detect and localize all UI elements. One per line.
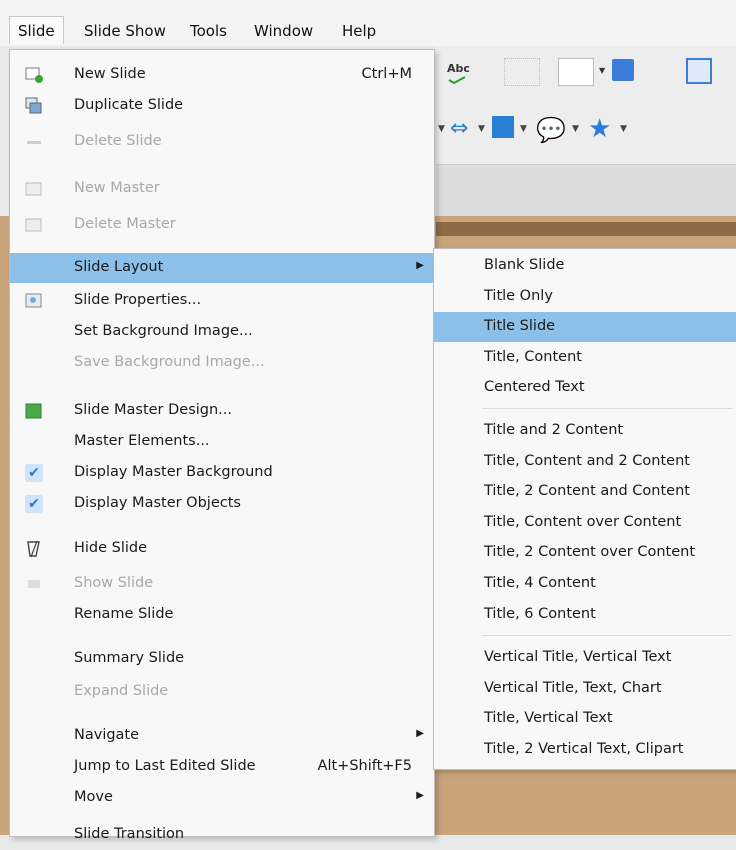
double-arrow-icon[interactable]: ⇔ — [450, 116, 468, 141]
grid-icon[interactable] — [504, 58, 540, 86]
dropdown-arrow-icon[interactable]: ▼ — [520, 124, 527, 134]
separator — [482, 635, 732, 636]
layout-title-content[interactable]: Title, Content — [434, 343, 736, 373]
menu-help[interactable]: Help — [342, 22, 376, 40]
slide-layout-item[interactable]: Slide Layout ▶ — [10, 253, 434, 283]
slide-edge — [436, 222, 736, 236]
layout-centered-text[interactable]: Centered Text — [434, 373, 736, 403]
display-views-icon[interactable] — [558, 58, 594, 86]
ruler — [436, 164, 736, 217]
layout-title-6-content[interactable]: Title, 6 Content — [434, 600, 736, 630]
display-master-background-item[interactable]: ✔ Display Master Background — [10, 458, 434, 488]
layout-blank-slide[interactable]: Blank Slide — [434, 251, 736, 281]
slide-menu: New Slide Ctrl+M Duplicate Slide Delete … — [9, 49, 435, 842]
spelling-check-icon — [448, 76, 466, 84]
dropdown-arrow-icon[interactable]: ▼ — [478, 124, 485, 134]
jump-to-last-edited-slide-item[interactable]: Jump to Last Edited Slide Alt+Shift+F5 — [10, 752, 434, 782]
new-slide-item[interactable]: New Slide Ctrl+M — [10, 60, 434, 90]
layout-vertical-title-vertical-text[interactable]: Vertical Title, Vertical Text — [434, 643, 736, 673]
submenu-arrow-icon: ▶ — [416, 260, 424, 271]
new-master-icon — [25, 182, 42, 196]
slide-layout-submenu: Blank Slide Title Only Title Slide Title… — [433, 248, 736, 770]
star-icon[interactable]: ★ — [588, 114, 611, 144]
check-icon: ✔ — [25, 464, 43, 482]
layout-title-2-content-content[interactable]: Title, 2 Content and Content — [434, 477, 736, 507]
callout-icon[interactable]: 💬 — [536, 116, 566, 144]
toolbar: Abc ▼ ▼ ⇔ ▼ ▼ 💬 ▼ ★ ▼ — [436, 46, 736, 164]
delete-master-icon — [25, 218, 42, 232]
delete-slide-item[interactable]: Delete Slide — [10, 127, 434, 157]
table-icon[interactable] — [492, 116, 514, 138]
dropdown-arrow-icon[interactable]: ▼ — [572, 124, 579, 134]
submenu-arrow-icon: ▶ — [416, 728, 424, 739]
dropdown-arrow-icon[interactable]: ▼ — [620, 124, 627, 134]
layout-title-only[interactable]: Title Only — [434, 282, 736, 312]
menu-bar: Slide Slide Show Tools Window Help — [0, 0, 736, 46]
navigate-item[interactable]: Navigate ▶ — [10, 721, 434, 751]
slide-icon[interactable] — [612, 59, 634, 81]
delete-slide-icon — [27, 141, 41, 144]
dropdown-arrow-icon[interactable]: ▼ — [438, 124, 445, 134]
rename-slide-item[interactable]: Rename Slide — [10, 600, 434, 630]
layout-title-2-content[interactable]: Title and 2 Content — [434, 416, 736, 446]
hide-slide-icon — [27, 540, 40, 558]
summary-slide-item[interactable]: Summary Slide — [10, 644, 434, 674]
duplicate-slide-item[interactable]: Duplicate Slide — [10, 91, 434, 121]
spelling-button[interactable]: Abc — [447, 62, 470, 84]
layout-title-vertical-text[interactable]: Title, Vertical Text — [434, 704, 736, 734]
layout-title-slide[interactable]: Title Slide — [434, 312, 736, 342]
set-background-image-item[interactable]: Set Background Image... — [10, 317, 434, 347]
layout-title-content-over-content[interactable]: Title, Content over Content — [434, 508, 736, 538]
layout-title-content-2-content[interactable]: Title, Content and 2 Content — [434, 447, 736, 477]
layout-title-2-vertical-text-clipart[interactable]: Title, 2 Vertical Text, Clipart — [434, 735, 736, 765]
slide-transition-item[interactable]: Slide Transition — [10, 820, 434, 850]
slide-master-design-item[interactable]: Slide Master Design... — [10, 396, 434, 426]
show-slide-item[interactable]: Show Slide — [10, 569, 434, 599]
layout-title-4-content[interactable]: Title, 4 Content — [434, 569, 736, 599]
layout-vertical-title-text-chart[interactable]: Vertical Title, Text, Chart — [434, 674, 736, 704]
check-icon: ✔ — [25, 495, 43, 513]
new-slide-icon — [25, 67, 43, 83]
submenu-arrow-icon: ▶ — [416, 790, 424, 801]
expand-slide-item[interactable]: Expand Slide — [10, 677, 434, 707]
menu-slide[interactable]: Slide — [9, 16, 64, 44]
menu-tools[interactable]: Tools — [190, 22, 227, 40]
move-item[interactable]: Move ▶ — [10, 783, 434, 813]
display-master-objects-item[interactable]: ✔ Display Master Objects — [10, 489, 434, 519]
dropdown-arrow-icon[interactable]: ▼ — [599, 66, 605, 75]
master-design-icon — [25, 403, 42, 419]
master-elements-item[interactable]: Master Elements... — [10, 427, 434, 457]
slide-properties-item[interactable]: Slide Properties... — [10, 286, 434, 316]
hide-slide-item[interactable]: Hide Slide — [10, 534, 434, 564]
presentation-icon[interactable] — [686, 58, 712, 84]
delete-master-item[interactable]: Delete Master — [10, 210, 434, 240]
slide-properties-icon — [25, 293, 42, 308]
separator — [482, 408, 732, 409]
layout-title-2-content-over-content[interactable]: Title, 2 Content over Content — [434, 538, 736, 568]
save-background-image-item[interactable]: Save Background Image... — [10, 348, 434, 378]
show-slide-icon — [28, 580, 40, 588]
menu-slide-show[interactable]: Slide Show — [84, 22, 166, 40]
menu-window[interactable]: Window — [254, 22, 313, 40]
new-master-item[interactable]: New Master — [10, 174, 434, 204]
duplicate-slide-icon — [25, 97, 42, 114]
